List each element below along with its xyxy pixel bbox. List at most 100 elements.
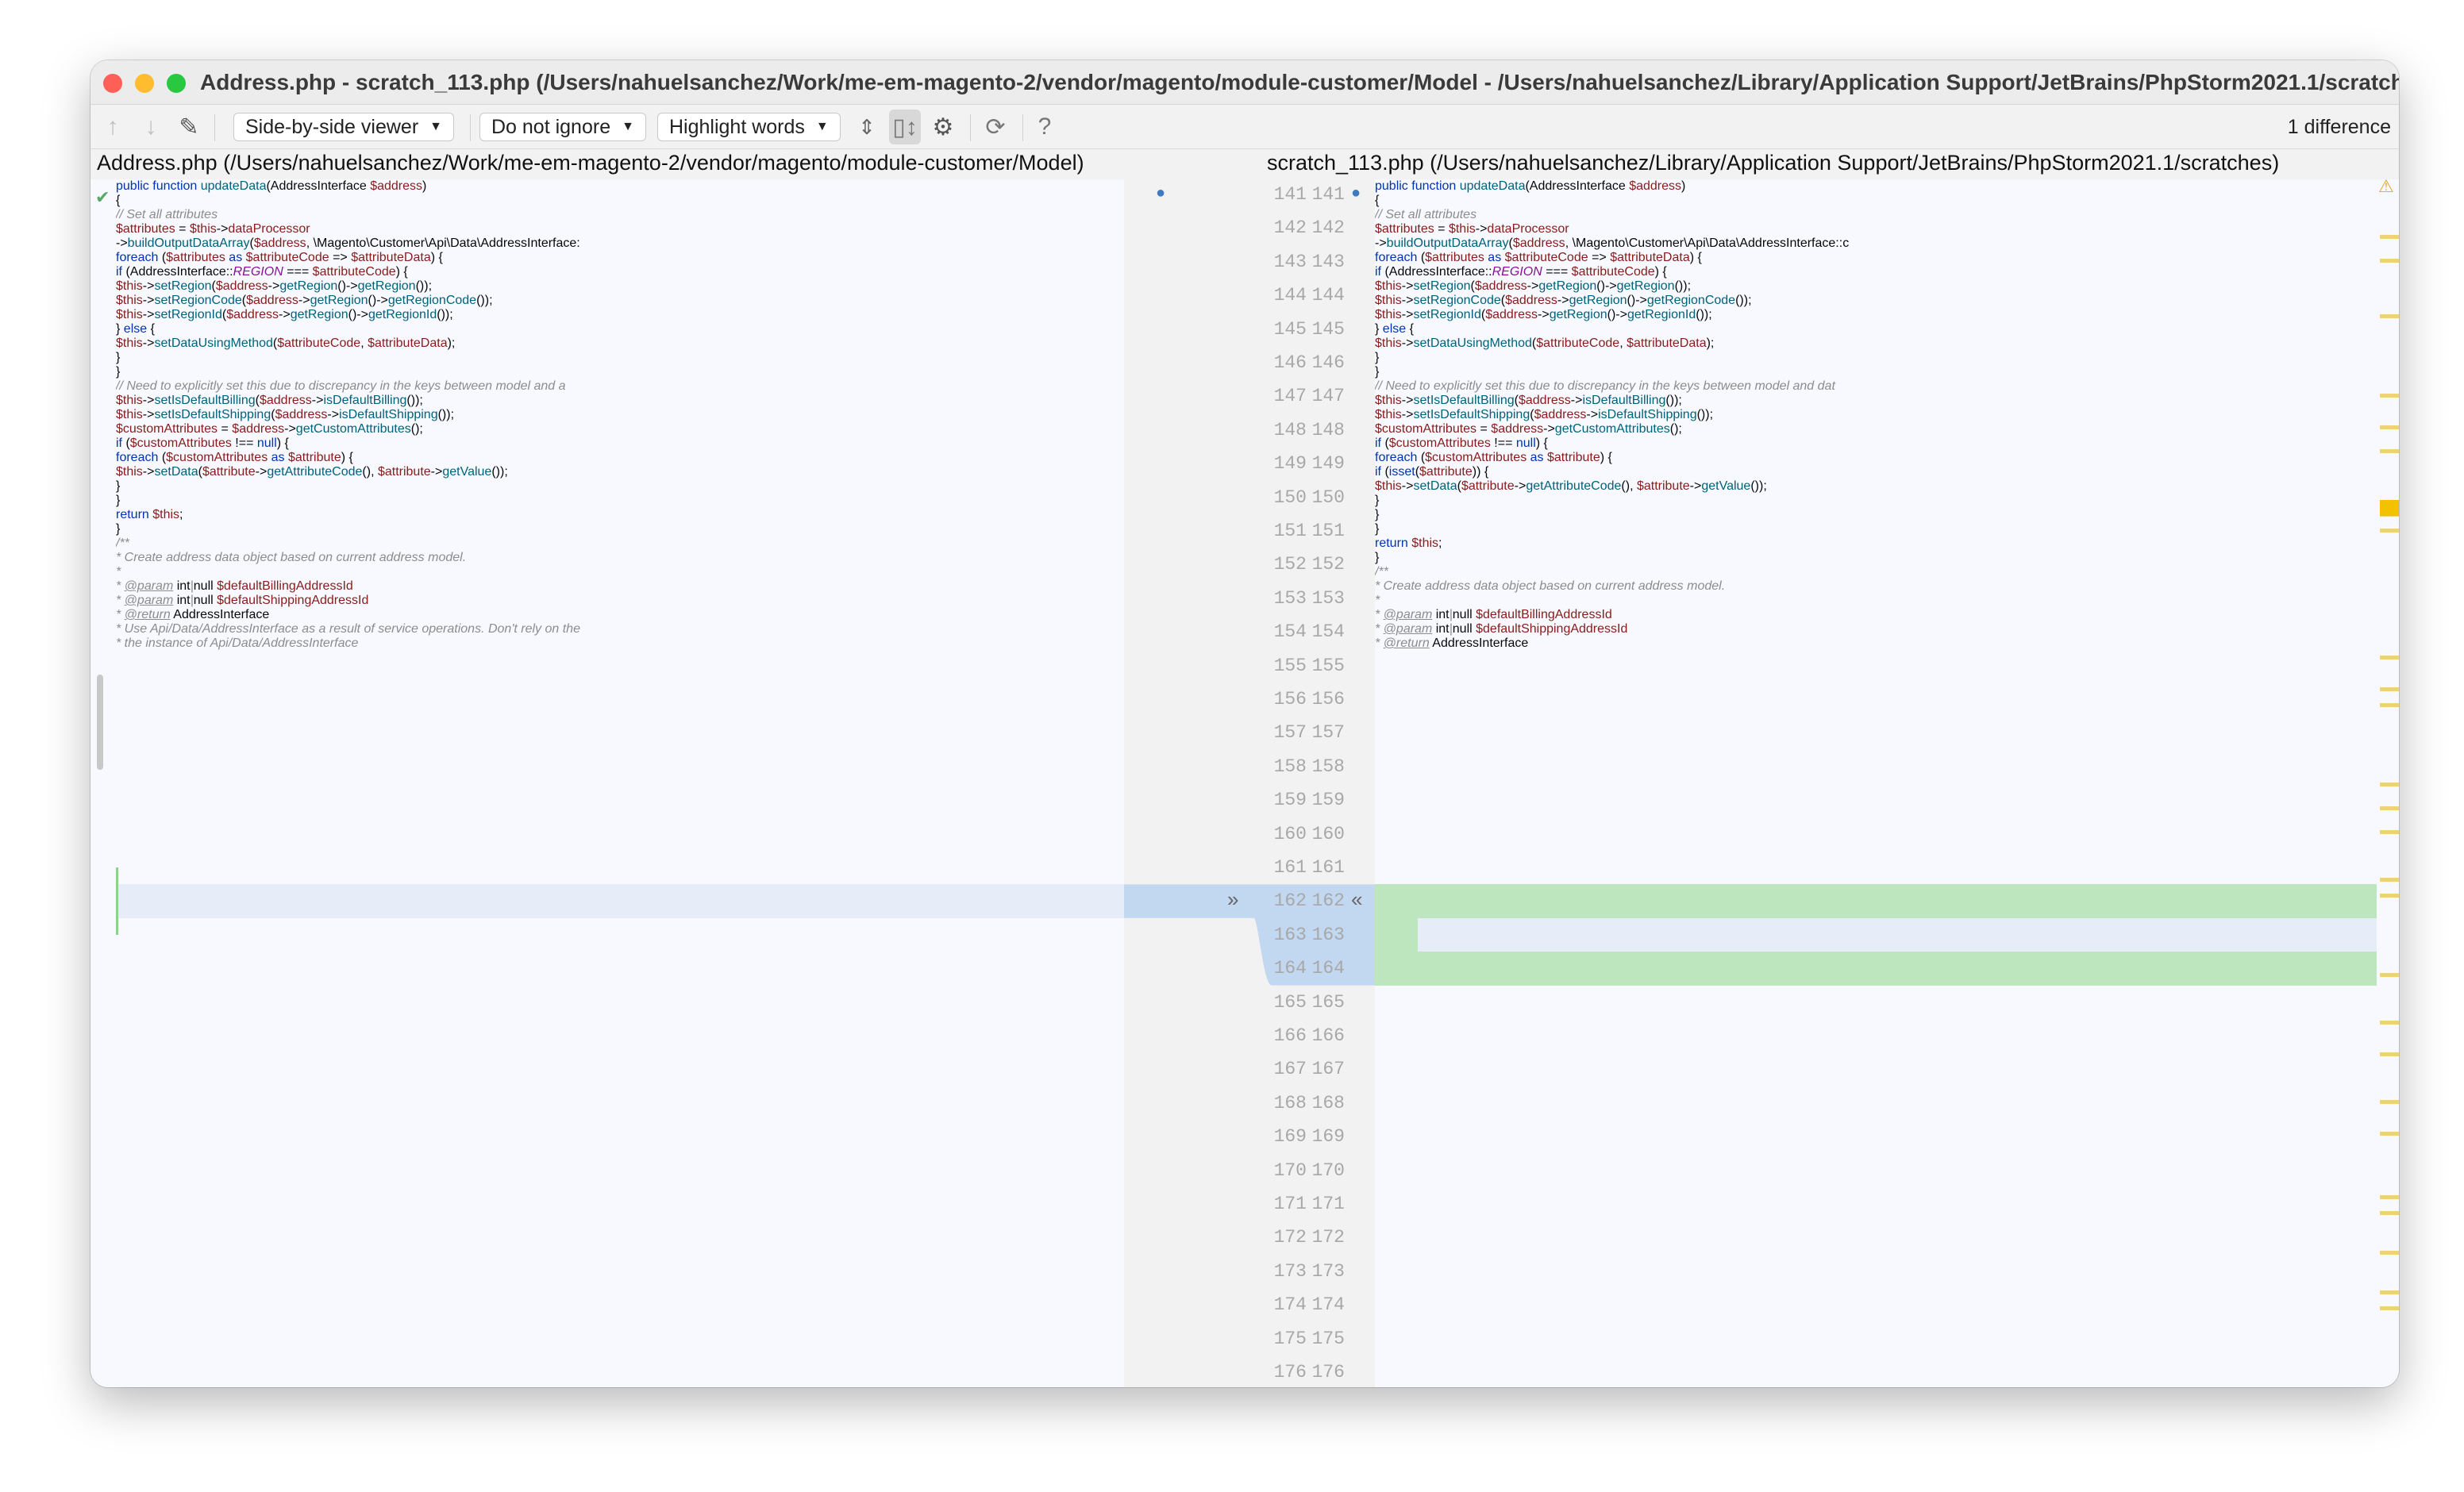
code-line: * @param int|null $defaultBillingAddress… [1375,608,2377,622]
code-token: getValue [1701,479,1751,493]
code-token: $this [116,294,143,307]
right-editor[interactable]: public function updateData(AddressInterf… [1375,179,2377,1387]
code-token: $attribute [377,465,431,479]
code-line: return $this; [116,508,1124,522]
next-difference-arrow-down-icon[interactable]: ↓ [137,113,165,141]
code-token: $attributeCode [245,251,329,264]
code-line: * @param int|null $defaultBillingAddress… [116,579,1124,594]
zoom-window-button[interactable] [167,74,186,93]
code-token: ) { [1535,436,1548,450]
code-token: $attributes [1375,222,1434,236]
code-token: ) { [276,436,289,450]
apply-change-left-icon[interactable]: « [1351,887,1362,912]
code-line: $this->setRegionId($address->getRegion()… [116,308,1124,322]
code-token: // Need to explicitly set this due to di… [1375,379,1835,393]
code-token: ()); [437,308,453,321]
code-line: } [116,351,1124,365]
code-token: $this [1375,336,1402,350]
code-token: $address [246,294,298,307]
right-line-number: 171 [1311,1194,1345,1214]
code-token: REGION [233,265,283,279]
code-token: , [360,336,368,350]
collapse-unchanged-icon[interactable]: ⇕ [853,113,881,141]
sync-scroll-icon[interactable]: ▯↕ [889,110,921,144]
code-token: $address [215,279,268,293]
edit-pencil-icon[interactable]: ✎ [175,113,203,141]
close-window-button[interactable] [103,74,122,93]
swap-sides-icon[interactable]: ⟳ [981,113,1010,141]
settings-gear-icon[interactable]: ⚙ [929,113,957,141]
code-token: $this [116,279,143,293]
code-token: $attributes [116,222,175,236]
code-token: $this [1375,479,1402,493]
code-token: , \Magento\Customer\Api\Data\AddressInte… [1565,236,1850,250]
code-line: * @return AddressInterface [116,608,1124,622]
code-token: if [1375,465,1385,479]
code-token: $attributeCode [1504,251,1588,264]
code-token: $customAttributes [166,451,268,464]
code-token: ()-> [1596,279,1617,293]
code-token: setRegion [1413,279,1471,293]
code-token: foreach [116,451,162,464]
whitespace-dropdown[interactable]: Do not ignore ▼ [479,113,646,141]
code-token: ()-> [1607,308,1627,321]
code-token: (AddressInterface:: [1384,265,1492,279]
warning-marker [2380,806,2399,810]
code-token: updateData [200,179,267,193]
code-token: (AddressInterface [1525,179,1630,193]
code-token: int [173,594,191,607]
error-stripe[interactable]: ⚠ [2377,176,2399,1387]
code-line: $attributes = $this->dataProcessor [1375,222,2377,236]
code-token: getRegion [290,308,348,321]
warning-marker [2380,894,2399,898]
code-line: * @param int|null $defaultShippingAddres… [116,594,1124,608]
warning-marker [2380,1100,2399,1104]
code-token: /** [116,536,129,550]
left-scrollbar[interactable] [97,675,103,770]
code-token: ) { [1689,251,1702,264]
code-token: } [1375,322,1383,336]
previous-difference-arrow-up-icon[interactable]: ↑ [98,113,127,141]
code-token: * [1375,622,1384,636]
code-token: -> [116,236,128,250]
code-token: isDefaultBilling [323,394,407,407]
right-line-number: 168 [1311,1092,1345,1113]
code-token: $attribute [1636,479,1690,493]
code-token: getRegion [1569,294,1627,307]
code-token: -> [1401,336,1414,350]
code-token: -> [1543,422,1555,436]
code-line: { [116,194,1124,208]
code-token: -> [142,336,155,350]
code-token: } [116,351,121,364]
warning-marker [2380,878,2399,882]
code-token: -> [1514,479,1527,493]
code-token: $attributeCode [312,265,396,279]
highlight-dropdown[interactable]: Highlight words ▼ [657,113,841,141]
code-token: int [173,579,191,593]
apply-change-right-icon[interactable]: » [1227,887,1238,912]
code-line: * Use Api/Data/AddressInterface as a res… [116,622,1124,636]
code-token: ()); [415,279,433,293]
code-token: null [1452,622,1476,636]
code-token: isset [1388,465,1415,479]
code-token: setData [1413,479,1457,493]
warning-marker [2380,703,2399,707]
code-token: updateData [1459,179,1526,193]
help-icon[interactable]: ? [1030,113,1059,141]
code-token: $address [253,236,306,250]
right-line-number: 142 [1311,217,1345,239]
code-line: } [1375,351,2377,365]
code-token: $this [189,222,217,236]
code-token: $customAttributes [1388,436,1491,450]
warning-marker [2380,1195,2399,1199]
left-editor[interactable]: public function updateData(AddressInterf… [116,179,1124,1387]
minimize-window-button[interactable] [135,74,154,93]
right-line-number: 154 [1311,621,1345,643]
code-token: } [1375,494,1380,507]
warning-marker [2380,783,2399,786]
viewer-mode-dropdown[interactable]: Side-by-side viewer ▼ [233,113,454,141]
code-line: } [1375,522,2377,536]
code-token: as [268,451,288,464]
code-token: $defaultBillingAddressId [217,579,353,593]
code-token: (AddressInterface:: [125,265,233,279]
